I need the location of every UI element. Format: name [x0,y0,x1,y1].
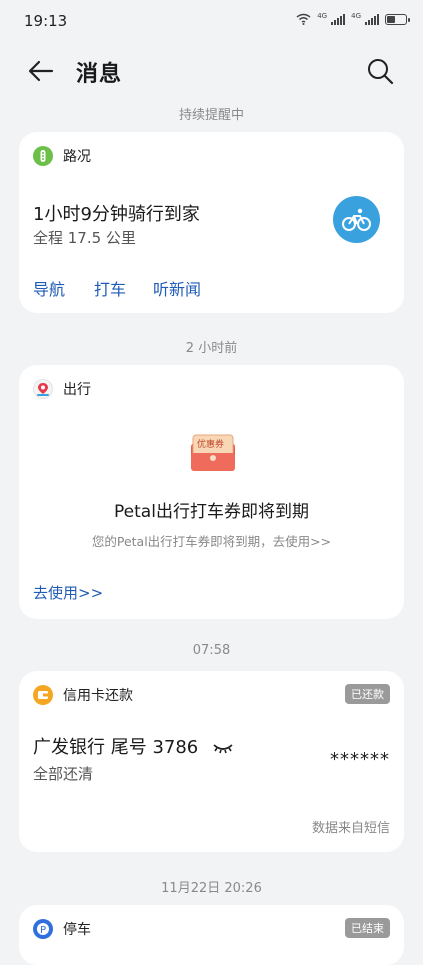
signal-icon-2 [365,13,379,25]
card-app-name: 路况 [63,149,91,165]
wallet-icon [33,685,53,705]
status-badge: 已还款 [345,684,390,704]
parking-app-icon: P [33,919,53,939]
listen-news-link[interactable]: 听新闻 [153,276,201,300]
data-source: 数据来自短信 [311,821,390,836]
repayment-status: 全部还清 [33,765,94,783]
petal-travel-app-icon [33,379,53,399]
traffic-card[interactable]: 路况 1小时9分钟骑行到家 全程 17.5 公里 导航 打车 听新闻 [19,132,404,313]
coupon-icon: 优惠券 [187,433,239,475]
coupon-subtitle: 您的Petal出行打车券即将到期，去使用>> [91,534,332,549]
page-title: 消息 [76,62,123,87]
signal-icon [331,13,346,25]
status-badge: 已结束 [345,918,390,938]
battery-icon [385,13,410,25]
card-header: 信用卡还款 [33,685,133,705]
svg-text:P: P [40,925,46,936]
use-coupon-link[interactable]: 去使用>> [33,582,103,603]
search-icon[interactable] [365,56,395,86]
section-label: 07:58 [192,643,231,658]
route-distance: 全程 17.5 公里 [33,229,136,247]
network-label-1: 4G [317,12,328,20]
bank-info: 广发银行 尾号 3786 [33,733,234,759]
amount-masked: ****** [330,749,390,770]
eye-closed-icon[interactable] [212,742,234,754]
status-time: 19:13 [24,12,68,30]
network-label-2: 4G [351,12,361,20]
navigate-link[interactable]: 导航 [33,276,65,300]
card-header: 出行 [33,379,91,399]
section-label: 持续提醒中 [178,108,244,123]
status-bar: 19:13 4G 4G [0,0,423,44]
battery-level [387,15,395,23]
wifi-icon [296,13,311,25]
bicycle-icon [342,208,371,231]
coupon-title: Petal出行打车券即将到期 [114,502,309,522]
card-header: P 停车 [33,919,91,939]
bicycle-button[interactable] [333,196,380,243]
app-header: 消息 [0,44,423,100]
card-app-name: 信用卡还款 [63,688,133,704]
credit-card-card[interactable]: 信用卡还款 已还款 广发银行 尾号 3786 全部还清 ****** 数据来自短… [19,671,404,852]
status-icons: 4G 4G [296,12,410,25]
card-app-name: 出行 [63,382,91,398]
section-label: 11月22日 20:26 [161,881,262,896]
taxi-link[interactable]: 打车 [94,276,126,300]
coupon-label: 优惠券 [197,440,225,450]
card-app-name: 停车 [63,922,91,938]
arrow-left-icon[interactable] [26,56,56,86]
card-header: 路况 [33,146,91,166]
parking-card[interactable]: P 停车 已结束 [19,905,404,965]
route-headline: 1小时9分钟骑行到家 [33,204,200,225]
bank-name: 广发银行 尾号 3786 [33,737,199,758]
traffic-app-icon [33,146,53,166]
travel-card[interactable]: 出行 优惠券 Petal出行打车券即将到期 您的Petal出行打车券即将到期，去… [19,365,404,619]
section-label: 2 小时前 [185,341,238,356]
